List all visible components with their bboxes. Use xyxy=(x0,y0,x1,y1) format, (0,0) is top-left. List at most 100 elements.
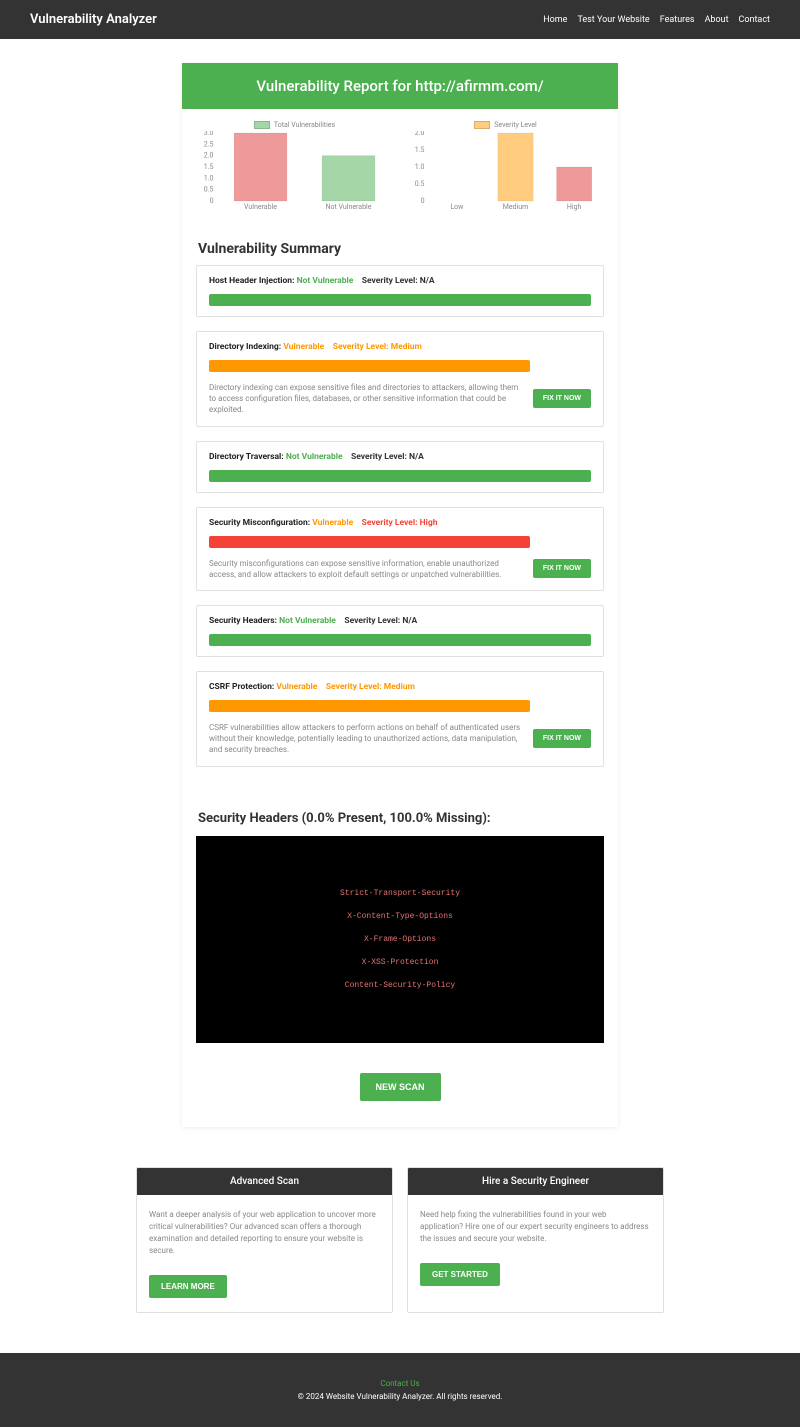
vuln-card-header: CSRF Protection: Vulnerable Severity Lev… xyxy=(209,682,591,692)
vuln-card-header: Security Misconfiguration: Vulnerable Se… xyxy=(209,518,591,528)
vuln-card: Directory Indexing: Vulnerable Severity … xyxy=(196,331,604,427)
charts-row: Total Vulnerabilities 0 0.5 1.0 1.5 2.0 2.5 3.… xyxy=(182,109,618,241)
svg-text:Low: Low xyxy=(450,203,464,211)
svg-text:High: High xyxy=(567,203,582,211)
learn-more-button[interactable]: LEARN MORE xyxy=(149,1275,227,1298)
chart-svg: 0 0.5 1.0 1.5 2.0 2.5 3.0 Vulnerable Not Vulnera… xyxy=(194,131,395,211)
vuln-card: Host Header Injection: Not Vulnerable Se… xyxy=(196,265,604,317)
vuln-name: Directory Traversal: xyxy=(209,452,284,462)
security-headers-console: Strict-Transport-Security X-Content-Type-… xyxy=(196,836,604,1044)
legend-swatch xyxy=(254,121,270,129)
brand-title: Vulnerability Analyzer xyxy=(30,12,157,27)
report-panel: Vulnerability Report for http://afirmm.c… xyxy=(182,63,618,1127)
vuln-name: Host Header Injection: xyxy=(209,276,294,286)
vuln-card: CSRF Protection: Vulnerable Severity Lev… xyxy=(196,671,604,767)
vuln-progress-bar xyxy=(209,700,530,712)
legend-label: Total Vulnerabilities xyxy=(274,121,335,129)
vuln-name: Security Headers: xyxy=(209,616,277,626)
svg-text:Vulnerable: Vulnerable xyxy=(244,203,277,211)
missing-header: Content-Security-Policy xyxy=(216,980,584,991)
vuln-description: Directory indexing can expose sensitive … xyxy=(209,382,523,416)
promo-body-text: Want a deeper analysis of your web appli… xyxy=(149,1209,380,1257)
svg-text:0.5: 0.5 xyxy=(204,186,214,194)
vuln-card-header: Directory Traversal: Not Vulnerable Seve… xyxy=(209,452,591,462)
svg-text:1.0: 1.0 xyxy=(415,163,425,171)
vuln-description: Security misconfigurations can expose se… xyxy=(209,558,523,580)
vuln-description: CSRF vulnerabilities allow attackers to … xyxy=(209,722,523,756)
promo-card: Hire a Security Engineer Need help fixin… xyxy=(407,1167,664,1313)
vuln-status: Not Vulnerable xyxy=(297,276,354,286)
promo-title: Hire a Security Engineer xyxy=(408,1168,663,1195)
navbar: Vulnerability Analyzer Home Test Your Web… xyxy=(0,0,800,39)
vuln-name: Security Misconfiguration: xyxy=(209,518,310,528)
svg-text:2.0: 2.0 xyxy=(204,152,214,160)
vuln-status: Vulnerable xyxy=(276,682,317,692)
missing-header: X-Frame-Options xyxy=(216,934,584,945)
nav-link-about[interactable]: About xyxy=(705,15,729,25)
missing-header: X-Content-Type-Options xyxy=(216,911,584,922)
svg-text:3.0: 3.0 xyxy=(204,131,214,137)
fix-it-now-button[interactable]: FIX IT NOW xyxy=(533,389,591,408)
new-scan-button[interactable]: NEW SCAN xyxy=(360,1073,441,1101)
legend-label: Severity Level xyxy=(494,121,537,129)
chart-total-vulnerabilities: Total Vulnerabilities 0 0.5 1.0 1.5 2.0 2.5 3.… xyxy=(194,121,395,211)
vuln-card: Security Headers: Not Vulnerable Severit… xyxy=(196,605,604,657)
vuln-progress-bar xyxy=(209,634,591,646)
nav-link-features[interactable]: Features xyxy=(660,15,695,25)
promo-row: Advanced Scan Want a deeper analysis of … xyxy=(130,1167,670,1313)
svg-text:1.5: 1.5 xyxy=(204,163,214,171)
legend-swatch xyxy=(474,121,490,129)
svg-text:1.0: 1.0 xyxy=(204,174,214,182)
fix-it-now-button[interactable]: FIX IT NOW xyxy=(533,729,591,748)
chart-severity-level: Severity Level 0 0.5 1.0 1.5 2.0 Low Medium Hig… xyxy=(405,121,606,211)
missing-header: X-XSS-Protection xyxy=(216,957,584,968)
vuln-name: CSRF Protection: xyxy=(209,682,274,692)
get-started-button[interactable]: GET STARTED xyxy=(420,1263,500,1286)
svg-text:0.5: 0.5 xyxy=(415,180,425,188)
chart-svg: 0 0.5 1.0 1.5 2.0 Low Medium High xyxy=(405,131,606,211)
footer: Contact Us © 2024 Website Vulnerability … xyxy=(0,1353,800,1427)
vuln-status: Not Vulnerable xyxy=(286,452,343,462)
svg-text:2.0: 2.0 xyxy=(415,131,425,137)
vuln-name: Directory Indexing: xyxy=(209,342,281,352)
vuln-severity: Severity Level: High xyxy=(362,518,438,528)
nav-link-home[interactable]: Home xyxy=(543,15,567,25)
vuln-status: Vulnerable xyxy=(312,518,353,528)
svg-text:1.5: 1.5 xyxy=(415,146,425,154)
chart-legend: Severity Level xyxy=(405,121,606,129)
footer-contact-link[interactable]: Contact Us xyxy=(0,1379,800,1388)
report-title: Vulnerability Report for http://afirmm.c… xyxy=(182,63,618,109)
svg-text:Not Vulnerable: Not Vulnerable xyxy=(326,203,372,211)
chart-legend: Total Vulnerabilities xyxy=(194,121,395,129)
vuln-severity: Severity Level: Medium xyxy=(326,682,415,692)
promo-body-text: Need help fixing the vulnerabilities fou… xyxy=(420,1209,651,1245)
footer-copyright: © 2024 Website Vulnerability Analyzer. A… xyxy=(0,1392,800,1401)
vuln-severity: Severity Level: Medium xyxy=(333,342,422,352)
vuln-severity: Severity Level: N/A xyxy=(344,616,417,626)
vuln-card-header: Directory Indexing: Vulnerable Severity … xyxy=(209,342,591,352)
vuln-severity: Severity Level: N/A xyxy=(351,452,424,462)
summary-heading: Vulnerability Summary xyxy=(182,241,618,265)
svg-text:2.5: 2.5 xyxy=(204,140,214,148)
vuln-progress-bar xyxy=(209,536,530,548)
nav-link-test-your-website[interactable]: Test Your Website xyxy=(577,15,649,25)
security-headers-heading: Security Headers (0.0% Present, 100.0% M… xyxy=(182,781,618,836)
vuln-card-header: Host Header Injection: Not Vulnerable Se… xyxy=(209,276,591,286)
promo-card: Advanced Scan Want a deeper analysis of … xyxy=(136,1167,393,1313)
vuln-progress-bar xyxy=(209,294,591,306)
nav-link-contact[interactable]: Contact xyxy=(739,15,770,25)
vuln-card-header: Security Headers: Not Vulnerable Severit… xyxy=(209,616,591,626)
missing-header: Strict-Transport-Security xyxy=(216,888,584,899)
vuln-card: Directory Traversal: Not Vulnerable Seve… xyxy=(196,441,604,493)
vuln-status: Vulnerable xyxy=(283,342,324,352)
vuln-progress-bar xyxy=(209,470,591,482)
nav-links: Home Test Your Website Features About Contac… xyxy=(543,15,770,25)
vuln-severity: Severity Level: N/A xyxy=(362,276,435,286)
promo-title: Advanced Scan xyxy=(137,1168,392,1195)
svg-text:Medium: Medium xyxy=(503,203,528,211)
svg-text:0: 0 xyxy=(210,197,214,205)
fix-it-now-button[interactable]: FIX IT NOW xyxy=(533,559,591,578)
vuln-card: Security Misconfiguration: Vulnerable Se… xyxy=(196,507,604,591)
svg-text:0: 0 xyxy=(421,197,425,205)
vuln-progress-bar xyxy=(209,360,530,372)
